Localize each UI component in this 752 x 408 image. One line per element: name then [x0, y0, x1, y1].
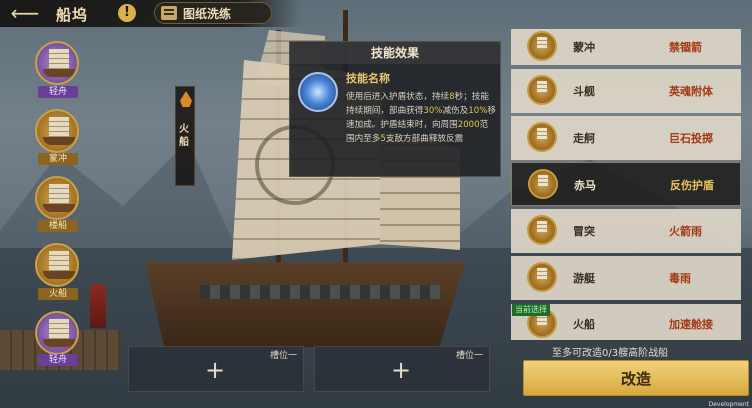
row-skill-name: 英魂附体	[669, 85, 713, 98]
ship-icon	[527, 262, 557, 292]
row-ship-name: 斗舰	[573, 85, 595, 98]
top-bar: ⟵ 船坞 ! 图纸洗练	[0, 0, 752, 27]
shield-skill-icon	[298, 72, 338, 112]
blueprint-refine-button[interactable]: 图纸洗练	[154, 2, 272, 24]
page-title: 船坞	[56, 6, 89, 24]
slot-title: 槽位一	[455, 351, 483, 361]
hull-pattern	[200, 285, 440, 299]
soldier-figure	[90, 284, 106, 328]
row-skill-name: 禁锢箭	[669, 41, 702, 54]
skill-description: 使用后进入护盾状态，持续8秒；技能持续期间，部曲获得30%减伤及10%移速加成。…	[346, 92, 496, 144]
ship-icon	[527, 75, 557, 105]
skill-row[interactable]: 游艇 毒雨	[511, 256, 741, 300]
row-ship-name: 蒙冲	[573, 41, 595, 54]
ship-slot[interactable]	[35, 311, 79, 355]
ship-slot[interactable]	[35, 176, 79, 220]
ship-type-label: 火船	[179, 124, 189, 148]
blueprint-refine-label: 图纸洗练	[183, 6, 232, 21]
ship-icon	[49, 49, 69, 71]
row-skill-name: 加速舱接	[669, 318, 713, 331]
slot-2[interactable]: 槽位一 +	[314, 346, 490, 392]
row-ship-name: 火船	[573, 318, 595, 331]
skill-row[interactable]: 斗舰 英魂附体	[511, 69, 741, 113]
add-icon: +	[391, 356, 412, 384]
slot-title: 槽位一	[269, 351, 297, 361]
row-skill-name: 反伤护盾	[670, 179, 714, 192]
ship-icon	[527, 215, 557, 245]
skill-row[interactable]: 蒙冲 禁锢箭	[511, 29, 741, 65]
ship-icon	[49, 184, 69, 206]
row-skill-name: 火箭雨	[669, 225, 702, 238]
skill-row-selected[interactable]: 赤马 反伤护盾	[511, 162, 741, 206]
ship-icon	[49, 117, 69, 139]
row-ship-name: 赤马	[574, 179, 596, 192]
slot-1[interactable]: 槽位一 +	[128, 346, 304, 392]
ship-slot-selected[interactable]	[35, 243, 79, 287]
ship-slot[interactable]	[35, 41, 79, 85]
ship-icon	[528, 169, 558, 199]
ship-slot-label: 轻舟	[38, 354, 78, 366]
ship-icon	[527, 122, 557, 152]
ship-icon	[49, 319, 69, 341]
ship-slot[interactable]	[35, 109, 79, 153]
fire-icon	[180, 91, 192, 107]
ship-slot-label: 轻舟	[38, 86, 78, 98]
blueprint-icon	[161, 6, 177, 20]
ship-icon	[527, 31, 557, 61]
ship-icon	[49, 251, 69, 273]
row-skill-name: 巨石投掷	[669, 132, 713, 145]
ship-slot-label: 蒙冲	[38, 153, 78, 165]
help-button[interactable]: !	[118, 4, 136, 22]
skill-effect-popup: 技能效果 技能名称 使用后进入护盾状态，持续8秒；技能持续期间，部曲获得30%减…	[289, 41, 501, 177]
upgrade-limit-hint: 至多可改造0/3艘高阶战船	[552, 348, 669, 359]
add-icon: +	[205, 356, 226, 384]
ship-slot-label: 火船	[38, 288, 78, 300]
current-selection-badge: 当前选择	[512, 304, 550, 316]
row-ship-name: 冒突	[573, 225, 595, 238]
row-ship-name: 走舸	[573, 132, 595, 145]
ship-type-tag: 火船	[175, 86, 195, 186]
skill-row[interactable]: 走舸 巨石投掷	[511, 116, 741, 160]
back-button[interactable]: ⟵	[10, 3, 40, 23]
arrow-left-icon: ⟵	[10, 1, 40, 25]
skill-name: 技能名称	[346, 72, 390, 85]
ship-slot-label: 楼船	[38, 220, 78, 232]
development-label: Development	[708, 401, 749, 408]
skill-row[interactable]: 冒突 火箭雨	[511, 209, 741, 253]
skill-popup-title: 技能效果	[290, 42, 500, 64]
row-skill-name: 毒雨	[669, 272, 691, 285]
modify-button[interactable]: 改造	[523, 360, 749, 396]
row-ship-name: 游艇	[573, 272, 595, 285]
ship-hull	[145, 262, 465, 347]
